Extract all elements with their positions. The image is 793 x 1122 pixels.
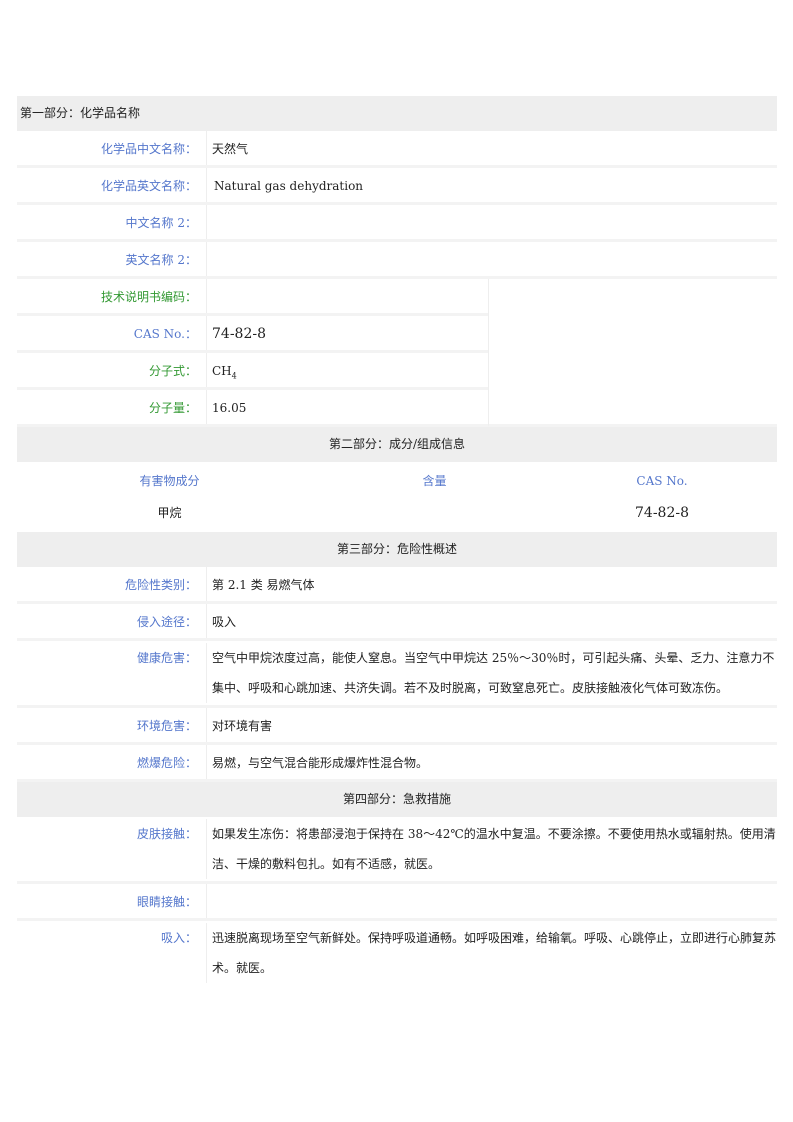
row-label: 吸入： xyxy=(17,923,207,983)
row-value: 天然气 xyxy=(212,142,249,156)
table-row: 分子量： 16.05 xyxy=(17,390,488,427)
row-label: 眼睛接触： xyxy=(17,884,207,918)
section2-header: 第二部分：成分/组成信息 xyxy=(17,427,777,462)
cell: 74-82-8 xyxy=(635,505,689,521)
table-row: 皮肤接触： 如果发生冻伤：将患部浸泡于保持在 38～42℃的温水中复温。不要涂擦。… xyxy=(17,817,777,884)
table-row: 危险性类别： 第 2.1 类 易燃气体 xyxy=(17,567,777,604)
row-label: CAS No.： xyxy=(17,316,207,350)
row-label: 侵入途径： xyxy=(17,604,207,638)
row-value: 如果发生冻伤：将患部浸泡于保持在 38～42℃的温水中复温。不要涂擦。不要使用热… xyxy=(212,827,776,871)
composition-header: 有害物成分 含量 CAS No. xyxy=(17,462,777,500)
row-label: 化学品中文名称： xyxy=(17,131,207,165)
table-row: 侵入途径： 吸入 xyxy=(17,604,777,641)
row-value: 迅速脱离现场至空气新鲜处。保持呼吸道通畅。如呼吸困难，给输氧。呼吸、心跳停止，立… xyxy=(212,931,777,975)
table-row: 燃爆危险： 易燃，与空气混合能形成爆炸性混合物。 xyxy=(17,745,777,782)
table-row: 技术说明书编码： xyxy=(17,279,488,316)
row-label: 分子量： xyxy=(17,390,207,424)
section3-header: 第三部分：危险性概述 xyxy=(17,532,777,567)
row-label: 危险性类别： xyxy=(17,567,207,601)
col-header: 有害物成分 xyxy=(139,474,200,488)
table-row: 健康危害： 空气中甲烷浓度过高，能使人窒息。当空气中甲烷达 25％～30％时，可引… xyxy=(17,641,777,708)
split-block: 技术说明书编码： CAS No.： 74-82-8 分子式： CH4 分子量： 16.… xyxy=(17,279,777,427)
table-row: 中文名称 2： xyxy=(17,205,777,242)
row-value: Natural gas dehydration xyxy=(214,179,364,193)
row-label: 英文名称 2： xyxy=(17,242,207,276)
row-value: 第 2.1 类 易燃气体 xyxy=(212,578,315,592)
row-label: 健康危害： xyxy=(17,643,207,703)
row-value xyxy=(207,279,488,313)
empty-image-cell xyxy=(488,279,777,427)
col-header: CAS No. xyxy=(636,474,688,488)
row-value: 16.05 xyxy=(212,401,247,415)
table-row: 吸入： 迅速脱离现场至空气新鲜处。保持呼吸道通畅。如呼吸困难，给输氧。呼吸、心跳停… xyxy=(17,921,777,985)
table-row: 眼睛接触： xyxy=(17,884,777,921)
document-page: 第一部分：化学品名称 化学品中文名称： 天然气 化学品英文名称： Natural g… xyxy=(0,0,793,1122)
row-value: 空气中甲烷浓度过高，能使人窒息。当空气中甲烷达 25％～30％时，可引起头痛、头… xyxy=(212,651,775,695)
row-value xyxy=(207,884,777,918)
col-header: 含量 xyxy=(422,474,447,488)
row-label: 化学品英文名称： xyxy=(17,168,207,202)
section4-header: 第四部分：急救措施 xyxy=(17,782,777,817)
row-value: 74-82-8 xyxy=(212,326,266,342)
table-row: 环境危害： 对环境有害 xyxy=(17,708,777,745)
composition-row: 甲烷 74-82-8 xyxy=(17,500,777,532)
section1-header: 第一部分：化学品名称 xyxy=(17,96,777,131)
row-label: 环境危害： xyxy=(17,708,207,742)
msds-table: 第一部分：化学品名称 化学品中文名称： 天然气 化学品英文名称： Natural g… xyxy=(17,96,777,985)
cell: 甲烷 xyxy=(157,506,182,520)
table-row: 分子式： CH4 xyxy=(17,353,488,390)
table-row: 化学品英文名称： Natural gas dehydration xyxy=(17,168,777,205)
row-label: 燃爆危险： xyxy=(17,745,207,779)
row-value: 吸入 xyxy=(212,615,237,629)
row-value: 对环境有害 xyxy=(212,719,273,733)
split-left: 技术说明书编码： CAS No.： 74-82-8 分子式： CH4 分子量： 16.… xyxy=(17,279,488,427)
row-value: CH4 xyxy=(207,353,488,387)
row-label: 皮肤接触： xyxy=(17,819,207,879)
row-value xyxy=(207,205,777,239)
formula-subscript: 4 xyxy=(231,371,237,381)
row-value xyxy=(207,242,777,276)
formula: CH xyxy=(212,364,232,378)
cell xyxy=(322,500,547,532)
table-row: 化学品中文名称： 天然气 xyxy=(17,131,777,168)
row-label: 分子式： xyxy=(17,353,207,387)
row-label: 技术说明书编码： xyxy=(17,279,207,313)
row-label: 中文名称 2： xyxy=(17,205,207,239)
table-row: CAS No.： 74-82-8 xyxy=(17,316,488,353)
row-value: 易燃，与空气混合能形成爆炸性混合物。 xyxy=(212,756,429,770)
table-row: 英文名称 2： xyxy=(17,242,777,279)
